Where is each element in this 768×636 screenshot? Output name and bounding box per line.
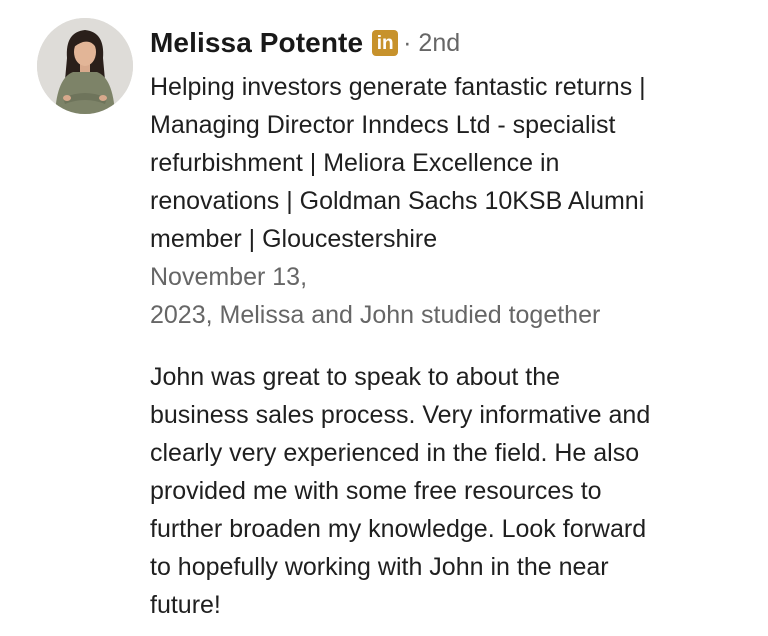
profile-photo — [37, 18, 133, 114]
avatar[interactable] — [37, 18, 133, 114]
meta-line: November 13, — [150, 263, 308, 291]
headline-line: Managing Director Inndecs Ltd - speciali… — [150, 111, 616, 139]
recommendation-content: Melissa Potente in · 2nd Helping investo… — [150, 22, 750, 624]
text-line: further broaden my knowledge. Look forwa… — [150, 515, 647, 543]
recommendation-card: Melissa Potente in · 2nd Helping investo… — [0, 0, 768, 636]
meta-line: 2023, Melissa and John studied together — [150, 301, 601, 329]
headline-line: refurbishment | Meliora Excellence in — [150, 149, 560, 177]
recommendation-meta: November 13, 2023, Melissa and John stud… — [150, 258, 750, 334]
headline-line: Helping investors generate fantastic ret… — [150, 73, 646, 101]
headline-line: member | Gloucestershire — [150, 225, 438, 253]
linkedin-icon: in — [372, 30, 399, 56]
text-line: clearly very experienced in the field. H… — [150, 439, 640, 467]
text-line: provided me with some free resources to — [150, 477, 602, 505]
text-line: future! — [150, 591, 221, 619]
headline-line: renovations | Goldman Sachs 10KSB Alumni — [150, 187, 645, 215]
text-line: John was great to speak to about the — [150, 363, 560, 391]
author-name[interactable]: Melissa Potente — [150, 27, 363, 59]
text-line: to hopefully working with John in the ne… — [150, 553, 609, 581]
text-line: business sales process. Very informative… — [150, 401, 651, 429]
recommendation-text: John was great to speak to about the bus… — [150, 358, 750, 624]
connection-degree: · 2nd — [403, 28, 461, 57]
author-row: Melissa Potente in · 2nd — [150, 22, 750, 64]
author-headline: Helping investors generate fantastic ret… — [150, 68, 750, 258]
